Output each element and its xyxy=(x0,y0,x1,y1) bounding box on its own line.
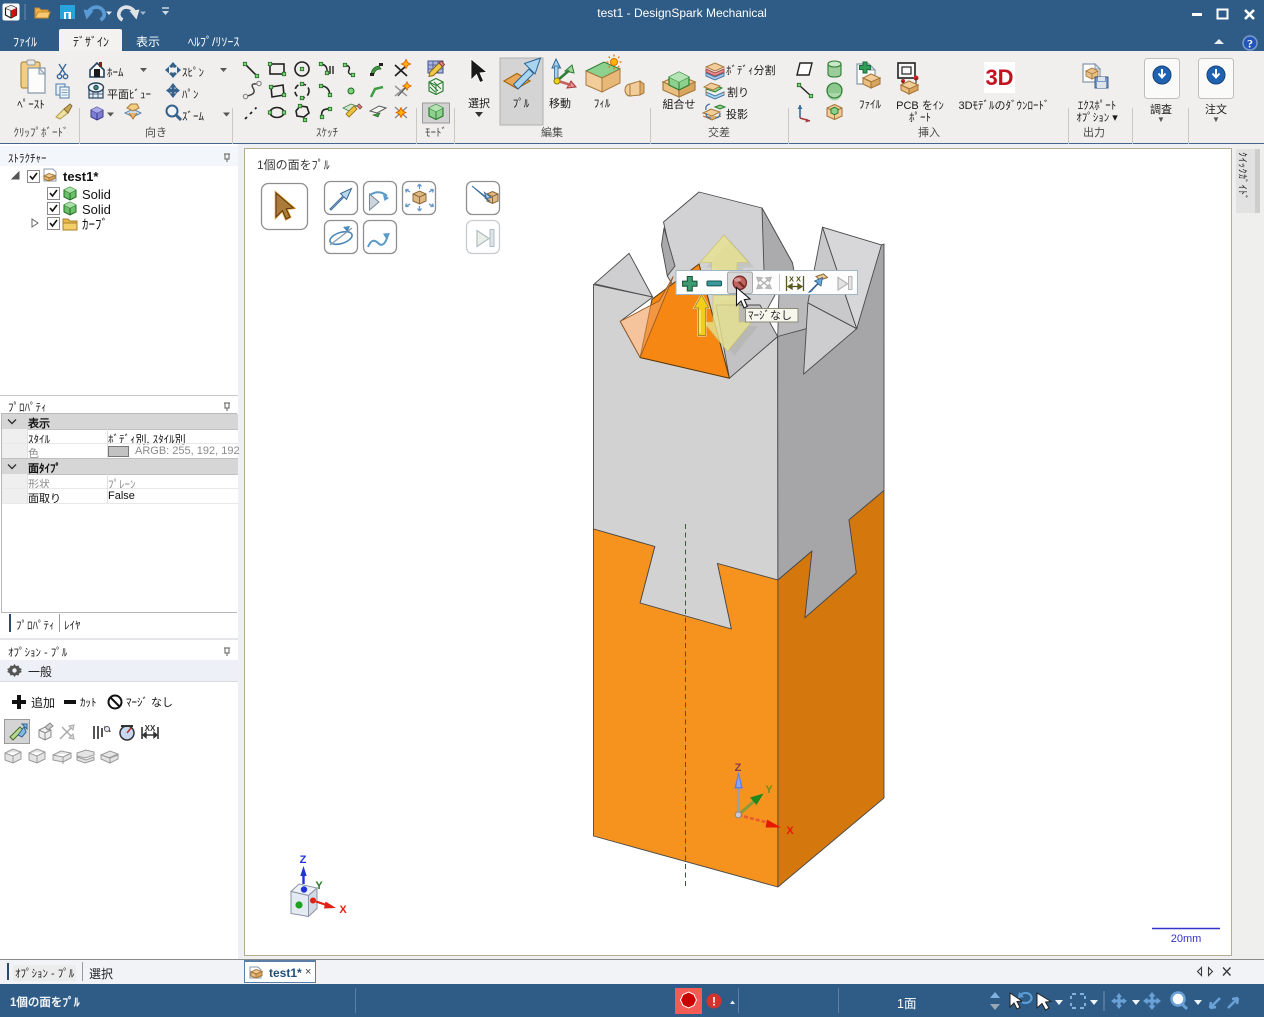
svg-text:Y: Y xyxy=(765,784,773,796)
svg-text:Solid: Solid xyxy=(82,187,111,202)
svg-text:20mm: 20mm xyxy=(1171,933,1202,945)
svg-text:Solid: Solid xyxy=(82,202,111,217)
svg-text:ﾏｰｼﾞなし: ﾏｰｼﾞなし xyxy=(748,309,792,322)
svg-text:追加: 追加 xyxy=(31,695,55,710)
svg-text:ﾏｰｼﾞ なし: ﾏｰｼﾞ なし xyxy=(126,696,173,709)
svg-text:ｶｯﾄ: ｶｯﾄ xyxy=(80,696,97,709)
svg-text:X X: X X xyxy=(789,275,801,284)
svg-text:?: ? xyxy=(1247,37,1253,51)
svg-text:1個の面をﾌﾟﾙ: 1個の面をﾌﾟﾙ xyxy=(257,158,330,172)
svg-text:Y: Y xyxy=(315,880,323,892)
svg-text:Z: Z xyxy=(735,762,742,774)
svg-text:Z: Z xyxy=(300,854,307,866)
svg-text:test1*: test1* xyxy=(63,169,99,184)
svg-text:X: X xyxy=(786,825,794,837)
svg-text:3D: 3D xyxy=(985,65,1013,90)
svg-text:X: X xyxy=(339,904,347,916)
svg-text:!: ! xyxy=(712,995,716,1009)
svg-text:ｶｰﾌﾞ: ｶｰﾌﾞ xyxy=(82,217,108,232)
